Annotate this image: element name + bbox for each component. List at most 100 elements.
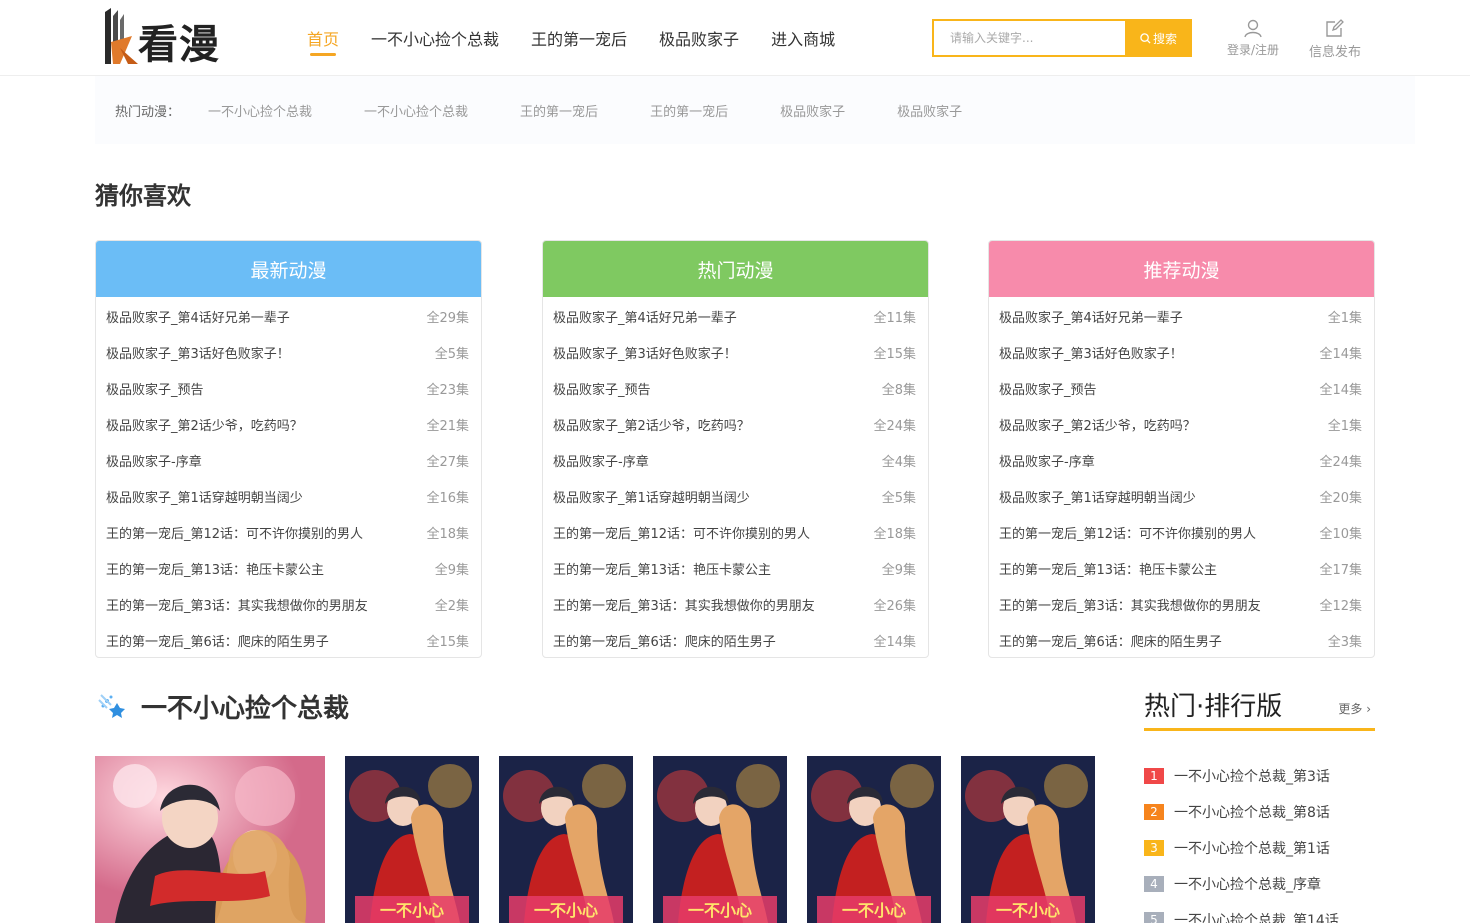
ranking-list: 1 一不小心捡个总裁_第3话 2 一不小心捡个总裁_第8话 3 一不小心捡个总裁_第1话 4… <box>1144 758 1375 923</box>
list-item[interactable]: 极品败家子_预告 全23集 <box>96 370 481 406</box>
ranking-item[interactable]: 5 一不小心捡个总裁_第14话 <box>1144 902 1375 923</box>
svg-text:一不小心: 一不小心 <box>688 901 752 920</box>
list-item[interactable]: 极品败家子-序章 全4集 <box>543 442 928 478</box>
hot-link[interactable]: 王的第一宠后 <box>520 101 598 120</box>
nav-comic-prodigal[interactable]: 极品败家子 <box>659 26 739 50</box>
rank-number-badge: 5 <box>1144 912 1164 923</box>
hot-comics-label: 热门动漫： <box>115 104 181 120</box>
episode-count: 全20集 <box>1319 490 1362 506</box>
episode-count: 全15集 <box>873 346 916 362</box>
list-item[interactable]: 极品败家子_第1话穿越明朝当阔少 全5集 <box>543 478 928 514</box>
nav-home[interactable]: 首页 <box>307 26 339 56</box>
site-logo[interactable]: 看漫画 <box>100 6 260 126</box>
login-link[interactable]: 登录/注册 <box>1227 18 1279 58</box>
episode-title: 王的第一宠后_第13话：艳压卡蒙公主 <box>553 562 772 578</box>
episode-count: 全4集 <box>881 454 916 470</box>
list-item[interactable]: 极品败家子_第4话好兄弟一辈子 全29集 <box>96 298 481 334</box>
login-label: 登录/注册 <box>1227 43 1280 57</box>
search-button[interactable]: 搜索 <box>1125 19 1192 57</box>
panel-title: 最新动漫 <box>250 259 327 282</box>
episode-title: 极品败家子-序章 <box>553 454 649 470</box>
episode-count: 全24集 <box>873 418 916 434</box>
comic-cover[interactable]: 一不小心 <box>345 756 479 923</box>
list-item[interactable]: 王的第一宠后_第12话：可不许你摸别的男人 全18集 <box>543 514 928 550</box>
episode-count: 全17集 <box>1319 562 1362 578</box>
list-item[interactable]: 极品败家子_第1话穿越明朝当阔少 全16集 <box>96 478 481 514</box>
hot-link[interactable]: 王的第一宠后 <box>650 101 728 120</box>
shooting-star-icon <box>98 693 125 718</box>
ranking-item[interactable]: 3 一不小心捡个总裁_第1话 <box>1144 830 1375 866</box>
episode-count: 全14集 <box>873 634 916 650</box>
list-item[interactable]: 王的第一宠后_第13话：艳压卡蒙公主 全9集 <box>96 550 481 586</box>
publish-link[interactable]: 信息发布 <box>1309 18 1361 60</box>
episode-title: 王的第一宠后_第3话：其实我想做你的男朋友 <box>999 598 1261 614</box>
hot-link[interactable]: 极品败家子 <box>780 101 845 120</box>
episode-count: 全8集 <box>881 382 916 398</box>
episode-count: 全26集 <box>873 598 916 614</box>
episode-count: 全18集 <box>873 526 916 542</box>
episode-title: 极品败家子_第1话穿越明朝当阔少 <box>999 490 1196 506</box>
list-item[interactable]: 极品败家子_第3话好色败家子！ 全15集 <box>543 334 928 370</box>
publish-label: 信息发布 <box>1309 45 1362 60</box>
hot-link[interactable]: 一不小心捡个总裁 <box>364 101 468 120</box>
episode-title: 王的第一宠后_第6话：爬床的陌生男子 <box>106 634 329 650</box>
ranking-item[interactable]: 4 一不小心捡个总裁_序章 <box>1144 866 1375 902</box>
list-item[interactable]: 王的第一宠后_第6话：爬床的陌生男子 全15集 <box>96 622 481 657</box>
list-item[interactable]: 王的第一宠后_第12话：可不许你摸别的男人 全10集 <box>989 514 1374 550</box>
episode-title: 极品败家子_预告 <box>553 382 651 398</box>
episode-count: 全9集 <box>434 562 469 578</box>
ranking-item-title: 一不小心捡个总裁_第8话 <box>1174 805 1330 821</box>
episode-title: 极品败家子_预告 <box>106 382 204 398</box>
svg-text:一不小心: 一不小心 <box>996 901 1060 920</box>
search-input[interactable] <box>932 19 1125 57</box>
list-item[interactable]: 极品败家子_第3话好色败家子！ 全14集 <box>989 334 1374 370</box>
hot-link[interactable]: 极品败家子 <box>897 101 962 120</box>
list-item[interactable]: 王的第一宠后_第13话：艳压卡蒙公主 全9集 <box>543 550 928 586</box>
episode-count: 全21集 <box>426 418 469 434</box>
nav-comic-ceo[interactable]: 一不小心捡个总裁 <box>371 26 499 50</box>
list-item[interactable]: 极品败家子_第2话少爷，吃药吗？ 全24集 <box>543 406 928 442</box>
panel-header: 最新动漫 <box>96 241 481 297</box>
svg-text:一不小心: 一不小心 <box>380 901 444 920</box>
episode-count: 全12集 <box>1319 598 1362 614</box>
list-item[interactable]: 极品败家子_第2话少爷，吃药吗？ 全21集 <box>96 406 481 442</box>
ranking-more-link[interactable]: 更多 › <box>1338 700 1371 717</box>
list-item[interactable]: 极品败家子_第4话好兄弟一辈子 全11集 <box>543 298 928 334</box>
rank-number-badge: 1 <box>1144 768 1164 784</box>
list-item[interactable]: 极品败家子_第2话少爷，吃药吗？ 全1集 <box>989 406 1374 442</box>
comic-cover[interactable]: 一不小心 <box>961 756 1095 923</box>
list-item[interactable]: 王的第一宠后_第3话：其实我想做你的男朋友 全2集 <box>96 586 481 622</box>
nav-comic-queen[interactable]: 王的第一宠后 <box>531 26 627 50</box>
episode-title: 极品败家子_第1话穿越明朝当阔少 <box>106 490 303 506</box>
site-header: 看漫画 首页 一不小心捡个总裁 王的第一宠后 极品败家子 进入商城 搜索 登录/… <box>0 0 1470 126</box>
ranking-item[interactable]: 2 一不小心捡个总裁_第8话 <box>1144 794 1375 830</box>
list-item[interactable]: 极品败家子_预告 全14集 <box>989 370 1374 406</box>
episode-title: 极品败家子_第2话少爷，吃药吗？ <box>553 418 750 434</box>
episode-count: 全14集 <box>1319 346 1362 362</box>
nav-shop[interactable]: 进入商城 <box>771 26 835 50</box>
list-item[interactable]: 王的第一宠后_第3话：其实我想做你的男朋友 全26集 <box>543 586 928 622</box>
comic-cover[interactable]: 一不小心 <box>653 756 787 923</box>
list-item[interactable]: 极品败家子_预告 全8集 <box>543 370 928 406</box>
chevron-right-icon: › <box>1366 702 1371 716</box>
panel-list: 极品败家子_第4话好兄弟一辈子 全11集 极品败家子_第3话好色败家子！ 全15集 极品… <box>543 297 928 657</box>
list-item[interactable]: 极品败家子_第3话好色败家子！ 全5集 <box>96 334 481 370</box>
episode-count: 全23集 <box>426 382 469 398</box>
ranking-item[interactable]: 1 一不小心捡个总裁_第3话 <box>1144 758 1375 794</box>
list-item[interactable]: 王的第一宠后_第13话：艳压卡蒙公主 全17集 <box>989 550 1374 586</box>
episode-count: 全14集 <box>1319 382 1362 398</box>
comic-cover[interactable] <box>95 756 325 923</box>
list-item[interactable]: 极品败家子-序章 全24集 <box>989 442 1374 478</box>
list-item[interactable]: 极品败家子-序章 全27集 <box>96 442 481 478</box>
comic-cover[interactable]: 一不小心 <box>499 756 633 923</box>
list-item[interactable]: 极品败家子_第1话穿越明朝当阔少 全20集 <box>989 478 1374 514</box>
hot-link[interactable]: 一不小心捡个总裁 <box>208 101 312 120</box>
episode-title: 王的第一宠后_第3话：其实我想做你的男朋友 <box>106 598 368 614</box>
comic-cover[interactable]: 一不小心 <box>807 756 941 923</box>
list-item[interactable]: 王的第一宠后_第3话：其实我想做你的男朋友 全12集 <box>989 586 1374 622</box>
list-item[interactable]: 王的第一宠后_第6话：爬床的陌生男子 全3集 <box>989 622 1374 657</box>
list-item[interactable]: 王的第一宠后_第12话：可不许你摸别的男人 全18集 <box>96 514 481 550</box>
list-item[interactable]: 王的第一宠后_第6话：爬床的陌生男子 全14集 <box>543 622 928 657</box>
list-item[interactable]: 极品败家子_第4话好兄弟一辈子 全1集 <box>989 298 1374 334</box>
episode-title: 极品败家子_第3话好色败家子！ <box>999 346 1183 362</box>
